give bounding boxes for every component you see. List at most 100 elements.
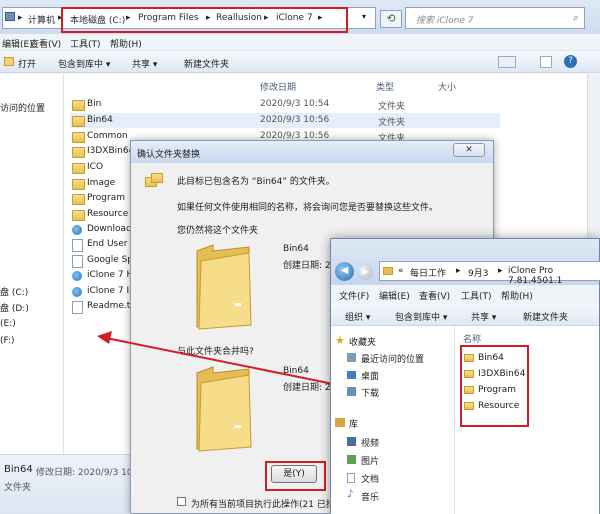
w2-toolbar-new-folder[interactable]: 新建文件夹 bbox=[523, 310, 568, 323]
w2-nav-downloads[interactable]: 下载 bbox=[361, 386, 379, 399]
column-size-header[interactable]: 大小 bbox=[438, 80, 456, 93]
w2-nav-favorites[interactable]: 收藏夹 bbox=[349, 335, 376, 348]
toolbar-open[interactable]: 打开 bbox=[18, 57, 36, 70]
picture-icon bbox=[347, 455, 356, 464]
search-placeholder: 搜索 iClone 7 bbox=[416, 16, 474, 26]
w2-nav-recent[interactable]: 最近访问的位置 bbox=[361, 352, 424, 365]
column-type-header[interactable]: 类型 bbox=[376, 80, 394, 93]
target-folder-created: 创建日期: 20 bbox=[283, 261, 337, 271]
forward-button-icon[interactable]: ▶ bbox=[357, 264, 373, 280]
library-icon bbox=[335, 418, 345, 427]
w2-toolbar-organize[interactable]: 组织 ▾ bbox=[345, 310, 370, 323]
dialog-title-bar: 确认文件夹替换 ✕ bbox=[131, 141, 493, 163]
recent-icon bbox=[347, 353, 356, 362]
w2-menu-help[interactable]: 帮助(H) bbox=[501, 289, 533, 302]
w2-folder-icon bbox=[383, 267, 393, 275]
nav-drive-c[interactable]: 盘 (C:) bbox=[0, 285, 28, 298]
toolbar-include-library[interactable]: 包含到库中 ▾ bbox=[58, 57, 110, 70]
file-name: Readme.tx bbox=[87, 301, 136, 311]
apply-all-label: 为所有当前项目执行此操作(21 已找到 bbox=[191, 500, 344, 510]
text-file-icon bbox=[72, 301, 83, 314]
w2-address-area: ◀ ▶ « 每日工作 ▸ 9月3 ▸ iClone Pro 7.81.4501.… bbox=[331, 239, 600, 286]
source-folder-icon bbox=[196, 366, 252, 452]
breadcrumb-computer[interactable]: 计算机 bbox=[28, 13, 55, 26]
w2-breadcrumb-box[interactable]: « 每日工作 ▸ 9月3 ▸ iClone Pro 7.81.4501.1 bbox=[379, 261, 600, 286]
w2-toolbar: 组织 ▾ 包含到库中 ▾ 共享 ▾ 新建文件夹 bbox=[331, 304, 599, 326]
view-options-icon[interactable] bbox=[498, 56, 516, 68]
video-icon bbox=[347, 437, 356, 446]
nav-drive-d[interactable]: 盘 (D:) bbox=[0, 301, 29, 314]
search-input[interactable]: 搜索 iClone 7 ⌕ bbox=[405, 7, 585, 29]
nav-drive-f[interactable]: (F:) bbox=[0, 336, 15, 346]
file-row-bin[interactable]: Bin 2020/9/3 10:54 文件夹 bbox=[70, 97, 500, 112]
w2-nav-music[interactable]: 音乐 bbox=[361, 490, 379, 503]
file-type: 文件夹 bbox=[378, 102, 406, 112]
w2-files-highlight bbox=[460, 345, 529, 427]
folder-icon bbox=[72, 194, 85, 205]
w2-nav-documents[interactable]: 文档 bbox=[361, 472, 379, 485]
status-item-type: 文件夹 bbox=[4, 483, 32, 493]
main-toolbar: 打开 包含到库中 ▾ 共享 ▾ 新建文件夹 ? bbox=[0, 51, 600, 73]
w2-breadcrumb-sep: ▸ bbox=[498, 266, 503, 276]
w2-menu-view[interactable]: 查看(V) bbox=[419, 289, 450, 302]
menu-help[interactable]: 帮助(H) bbox=[110, 37, 142, 50]
search-icon: ⌕ bbox=[572, 11, 579, 24]
menu-edit[interactable]: 编辑(E) bbox=[2, 37, 33, 50]
toolbar-share[interactable]: 共享 ▾ bbox=[132, 57, 157, 70]
nav-recent-places[interactable]: 访问的位置 bbox=[0, 101, 45, 114]
application-icon bbox=[72, 271, 82, 281]
file-name: iClone 7 H bbox=[87, 270, 134, 280]
w2-nav-desktop[interactable]: 桌面 bbox=[361, 369, 379, 382]
open-icon bbox=[4, 57, 14, 66]
dialog-question: 您仍然将这个文件夹 bbox=[177, 226, 259, 236]
w2-nav-pictures[interactable]: 图片 bbox=[361, 454, 379, 467]
application-icon bbox=[72, 287, 82, 297]
star-icon: ★ bbox=[335, 334, 345, 347]
document-icon bbox=[347, 473, 355, 483]
menu-view[interactable]: 查看(V) bbox=[30, 37, 61, 50]
folder-icon bbox=[72, 100, 85, 111]
w2-toolbar-share[interactable]: 共享 ▾ bbox=[471, 310, 496, 323]
computer-icon bbox=[5, 12, 15, 21]
yes-button-highlight bbox=[265, 461, 326, 491]
apply-all-checkbox[interactable] bbox=[177, 497, 186, 506]
nav-drive-e[interactable]: (E:) bbox=[0, 319, 16, 329]
w2-menu-file[interactable]: 文件(F) bbox=[339, 289, 369, 302]
file-name: Program bbox=[87, 193, 125, 203]
refresh-icon[interactable]: ⟲ bbox=[380, 10, 402, 28]
w2-breadcrumb-sep3[interactable]: 9月3 bbox=[468, 266, 488, 279]
file-row-bin64-selected[interactable]: Bin64 2020/9/3 10:56 文件夹 bbox=[70, 113, 500, 128]
file-name: Common bbox=[87, 131, 128, 141]
w2-menu-edit[interactable]: 编辑(E) bbox=[379, 289, 410, 302]
folder-icon bbox=[72, 132, 85, 143]
desktop-icon bbox=[347, 371, 356, 379]
close-icon[interactable]: ✕ bbox=[453, 143, 485, 157]
column-date-header[interactable]: 修改日期 bbox=[260, 80, 296, 93]
w2-menu-tools[interactable]: 工具(T) bbox=[461, 289, 492, 302]
w2-nav-pane: ★ 收藏夹 最近访问的位置 桌面 下载 库 视频 图片 文档 ♪ 音乐 bbox=[331, 326, 455, 514]
preview-pane-icon[interactable] bbox=[540, 56, 552, 68]
second-explorer-window: ◀ ▶ « 每日工作 ▸ 9月3 ▸ iClone Pro 7.81.4501.… bbox=[330, 238, 600, 514]
menu-tools[interactable]: 工具(T) bbox=[70, 37, 101, 50]
music-icon: ♪ bbox=[347, 489, 354, 500]
w2-breadcrumb-sep: ▸ bbox=[456, 266, 461, 276]
w2-toolbar-include-library[interactable]: 包含到库中 ▾ bbox=[395, 310, 447, 323]
back-button-icon[interactable]: ◀ bbox=[335, 262, 354, 281]
w2-breadcrumb-more[interactable]: « bbox=[398, 266, 404, 276]
file-name: Google Sp bbox=[87, 255, 134, 265]
toolbar-new-folder[interactable]: 新建文件夹 bbox=[184, 57, 229, 70]
folder-icon bbox=[72, 163, 85, 174]
file-name: End User bbox=[87, 239, 128, 249]
w2-column-name-header[interactable]: 名称 bbox=[463, 332, 481, 345]
dialog-detail: 如果任何文件使用相同的名称，将会询问您是否要替换这些文件。 bbox=[177, 203, 439, 213]
w2-nav-video[interactable]: 视频 bbox=[361, 436, 379, 449]
w2-breadcrumb-daily[interactable]: 每日工作 bbox=[410, 266, 446, 279]
file-name: Resource bbox=[87, 209, 129, 219]
help-icon[interactable]: ? bbox=[564, 55, 577, 68]
w2-nav-library[interactable]: 库 bbox=[349, 417, 358, 430]
w2-breadcrumb-iclone[interactable]: iClone Pro 7.81.4501.1 bbox=[508, 266, 600, 286]
status-item-name: Bin64 bbox=[4, 464, 33, 475]
chevron-down-icon[interactable]: ▾ bbox=[362, 12, 366, 21]
target-folder-icon bbox=[196, 244, 252, 330]
file-type: 文件夹 bbox=[378, 118, 406, 128]
